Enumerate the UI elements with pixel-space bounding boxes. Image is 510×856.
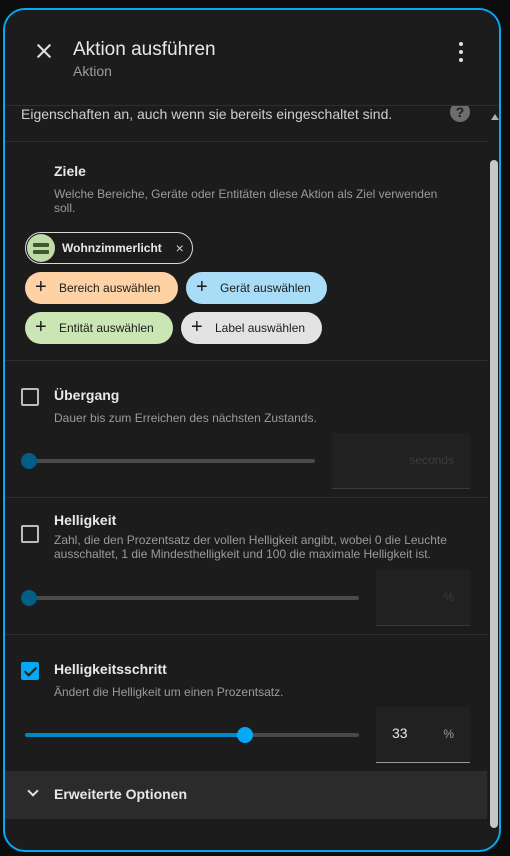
divider bbox=[5, 360, 487, 361]
transition-checkbox[interactable] bbox=[21, 388, 39, 406]
entity-chip[interactable]: Wohnzimmerlicht × bbox=[25, 232, 193, 264]
transition-unit: seconds bbox=[409, 453, 454, 467]
brightness-input[interactable]: % bbox=[376, 570, 470, 626]
plus-icon: + bbox=[35, 276, 47, 298]
brightness-step-unit: % bbox=[443, 727, 454, 741]
chevron-down-icon bbox=[27, 785, 39, 797]
help-icon[interactable]: ? bbox=[450, 106, 470, 122]
scrollbar[interactable] bbox=[490, 106, 499, 850]
divider bbox=[5, 497, 487, 498]
transition-description: Dauer bis zum Erreichen des nächsten Zus… bbox=[54, 411, 317, 425]
select-area-button[interactable]: + Bereich auswählen bbox=[25, 272, 178, 304]
scroll-up-arrow-icon[interactable] bbox=[491, 114, 499, 120]
transition-slider[interactable] bbox=[25, 459, 315, 463]
select-label-button[interactable]: + Label auswählen bbox=[181, 312, 322, 344]
brightness-step-description: Ändert die Helligkeit um einen Prozentsa… bbox=[54, 685, 284, 699]
close-icon[interactable] bbox=[29, 36, 59, 66]
brightness-step-slider[interactable] bbox=[25, 733, 359, 737]
brightness-step-title: Helligkeitsschritt bbox=[54, 661, 167, 677]
action-dialog: Aktion ausführen Aktion Eigenschaften an… bbox=[3, 8, 501, 852]
scrollbar-thumb[interactable] bbox=[490, 160, 498, 828]
brightness-slider[interactable] bbox=[25, 596, 359, 600]
select-device-button[interactable]: + Gerät auswählen bbox=[186, 272, 327, 304]
brightness-title: Helligkeit bbox=[54, 512, 117, 528]
dialog-header: Aktion ausführen Aktion bbox=[5, 10, 499, 106]
brightness-step-value: 33 bbox=[392, 725, 408, 741]
brightness-step-slider-knob[interactable] bbox=[237, 727, 254, 743]
advanced-options-toggle[interactable]: Erweiterte Optionen bbox=[5, 771, 487, 819]
select-area-label: Bereich auswählen bbox=[59, 281, 161, 295]
transition-slider-knob[interactable] bbox=[21, 453, 37, 469]
targets-description: Welche Bereiche, Geräte oder Entitäten d… bbox=[54, 187, 438, 215]
entity-chip-label: Wohnzimmerlicht bbox=[62, 241, 162, 255]
top-description: Eigenschaften an, auch wenn sie bereits … bbox=[21, 106, 393, 122]
remove-chip-icon[interactable]: × bbox=[176, 233, 184, 263]
more-vertical-icon[interactable] bbox=[449, 40, 473, 64]
plus-icon: + bbox=[196, 276, 208, 298]
select-entity-button[interactable]: + Entität auswählen bbox=[25, 312, 173, 344]
brightness-slider-knob[interactable] bbox=[21, 590, 37, 606]
plus-icon: + bbox=[191, 316, 203, 338]
light-icon bbox=[27, 234, 55, 262]
brightness-description: Zahl, die den Prozentsatz der vollen Hel… bbox=[54, 533, 447, 561]
dialog-content: Eigenschaften an, auch wenn sie bereits … bbox=[5, 106, 499, 850]
brightness-unit: % bbox=[443, 590, 454, 604]
dialog-subtitle: Aktion bbox=[73, 63, 112, 79]
select-device-label: Gerät auswählen bbox=[220, 281, 311, 295]
transition-title: Übergang bbox=[54, 387, 120, 403]
select-label-label: Label auswählen bbox=[215, 321, 306, 335]
targets-title: Ziele bbox=[54, 163, 86, 179]
brightness-step-input[interactable]: 33 % bbox=[376, 707, 470, 763]
dialog-title: Aktion ausführen bbox=[73, 39, 216, 60]
brightness-checkbox[interactable] bbox=[21, 525, 39, 543]
advanced-options-label: Erweiterte Optionen bbox=[54, 786, 188, 802]
select-entity-label: Entität auswählen bbox=[59, 321, 154, 335]
transition-input[interactable]: seconds bbox=[332, 433, 470, 489]
divider bbox=[5, 141, 487, 142]
plus-icon: + bbox=[35, 316, 47, 338]
divider bbox=[5, 634, 487, 635]
brightness-step-slider-fill bbox=[25, 733, 246, 737]
brightness-step-checkbox[interactable] bbox=[21, 662, 39, 680]
